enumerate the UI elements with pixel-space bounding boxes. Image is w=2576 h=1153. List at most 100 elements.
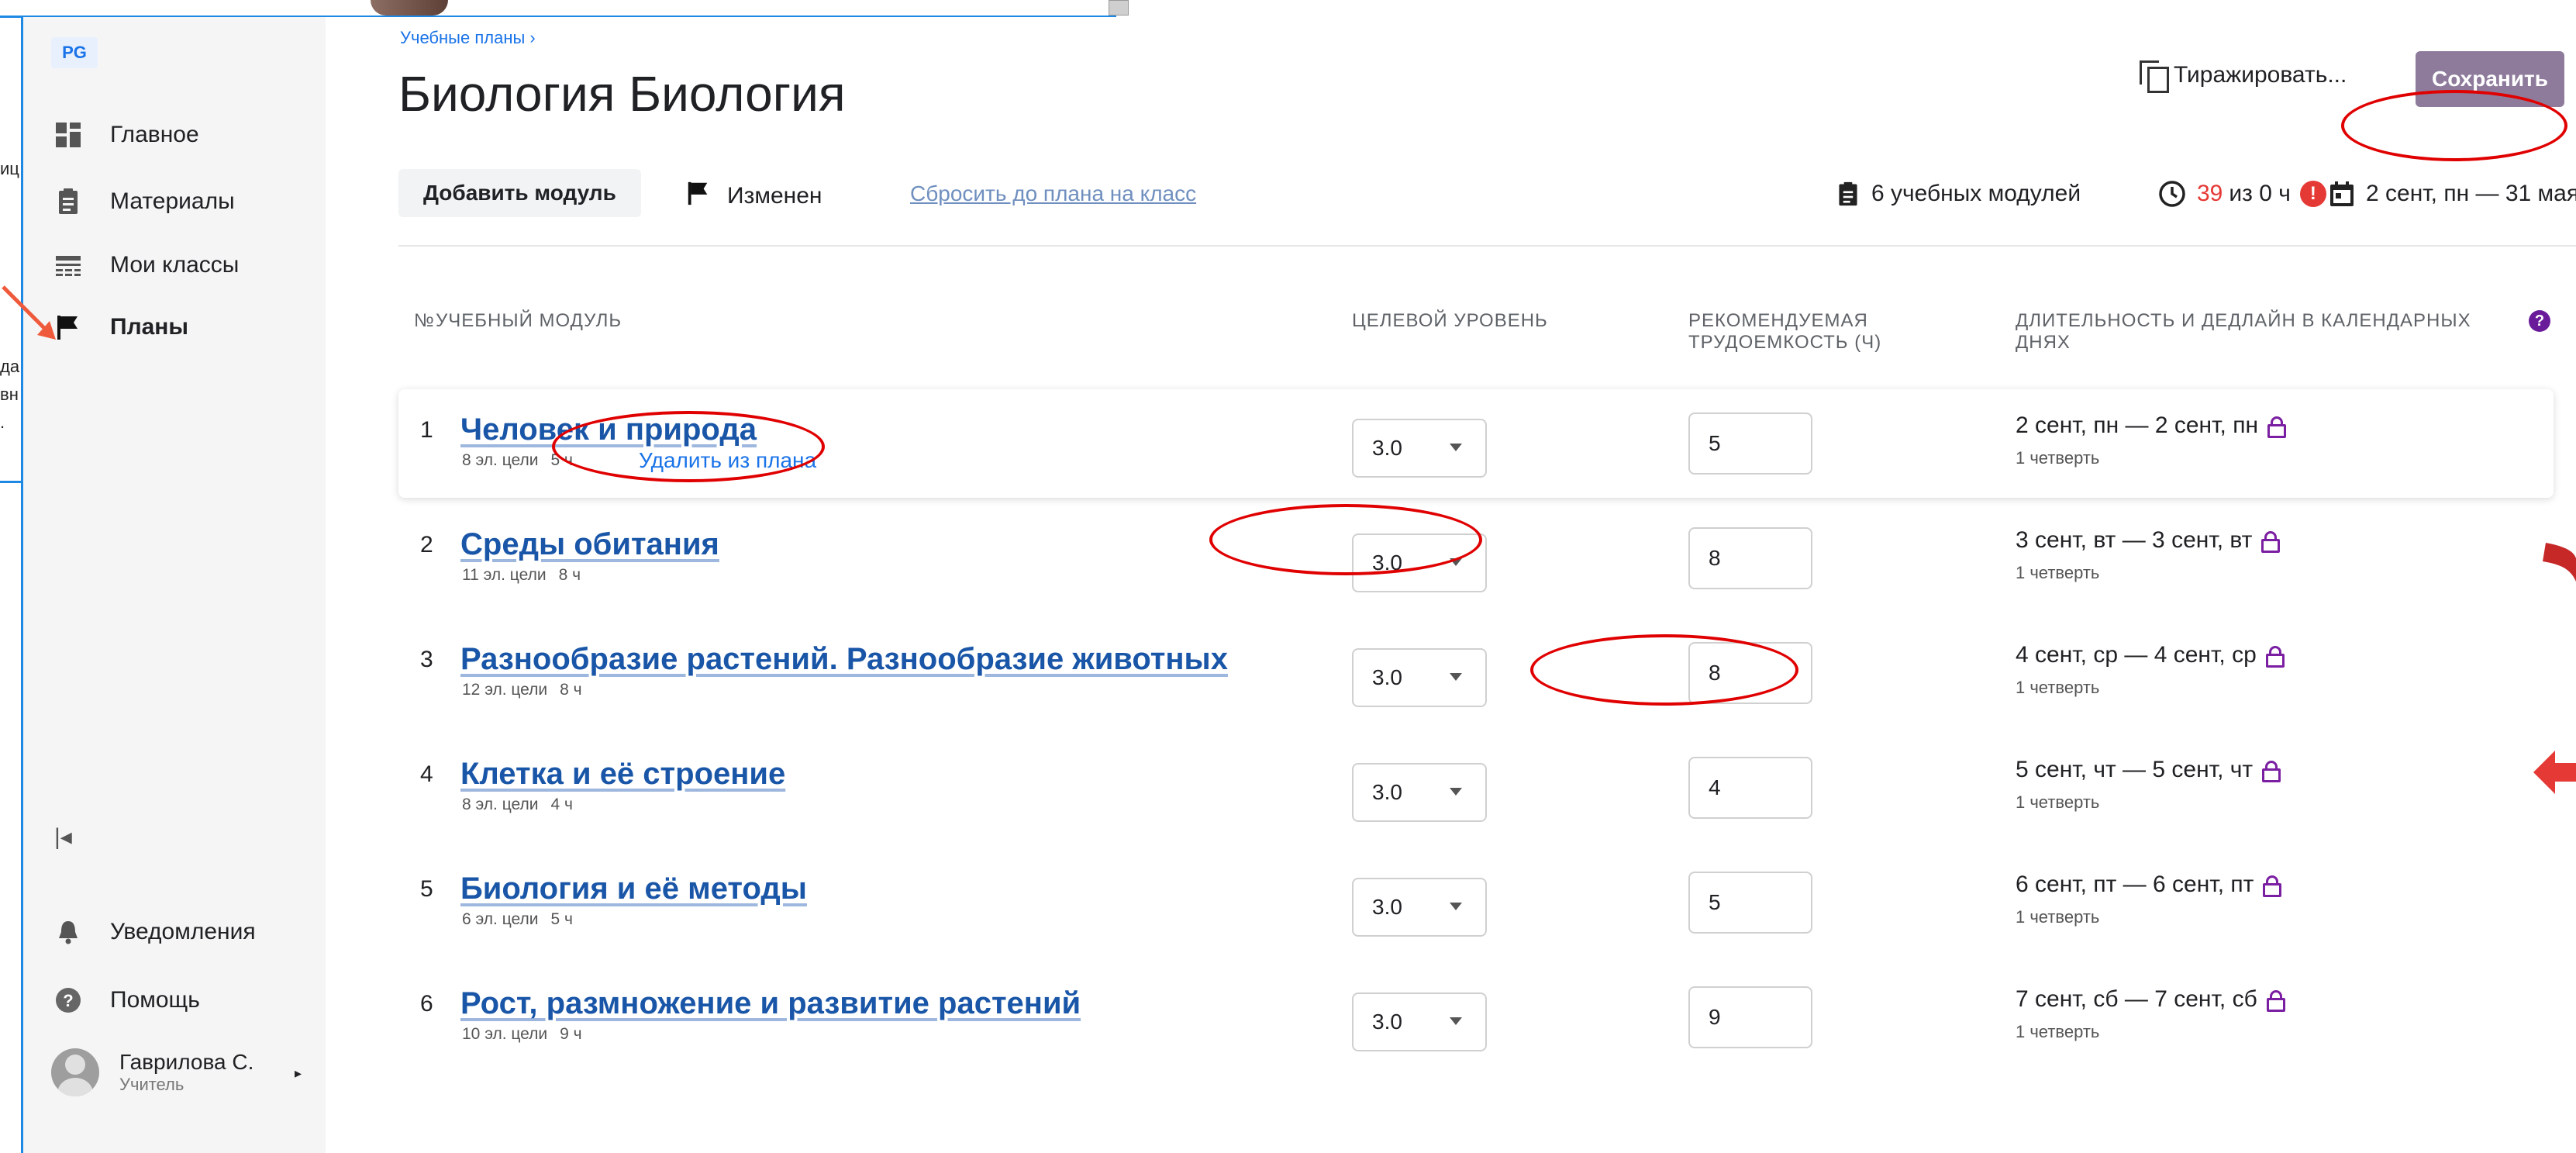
chevron-down-icon bbox=[1450, 558, 1462, 566]
flag-icon bbox=[54, 313, 82, 341]
chevron-down-icon bbox=[1450, 788, 1462, 796]
classes-icon bbox=[54, 251, 82, 279]
effort-input[interactable]: 9 bbox=[1688, 986, 1812, 1048]
date-range: 2 сент, пн — 31 мая, вс bbox=[2366, 181, 2576, 206]
copy-icon bbox=[2140, 60, 2169, 93]
target-level-select[interactable]: 3.0 bbox=[1352, 763, 1487, 822]
target-level-select[interactable]: 3.0 bbox=[1352, 533, 1487, 592]
sidebar-item-notifications[interactable]: Уведомления bbox=[54, 909, 256, 955]
calendar-icon bbox=[2329, 180, 2355, 208]
row-number: 5 bbox=[420, 876, 433, 902]
clipboard-icon bbox=[1836, 180, 1860, 208]
sidebar-item-plans[interactable]: Планы bbox=[54, 304, 188, 350]
help-icon[interactable]: ? bbox=[2529, 310, 2550, 332]
target-level-select[interactable]: 3.0 bbox=[1352, 992, 1487, 1051]
target-level-select[interactable]: 3.0 bbox=[1352, 648, 1487, 707]
lock-icon bbox=[2263, 875, 2282, 897]
row-number: 6 bbox=[420, 991, 433, 1017]
table-row[interactable]: 3 Разнообразие растений. Разнообразие жи… bbox=[398, 619, 2554, 727]
duration-dates: 2 сент, пн — 2 сент, пн bbox=[2016, 413, 2287, 439]
sidebar-item-main[interactable]: Главное bbox=[54, 112, 199, 158]
status-changed: Изменен bbox=[685, 180, 822, 212]
divider bbox=[398, 245, 2576, 247]
lock-icon bbox=[2265, 646, 2285, 668]
module-title-link[interactable]: Разнообразие растений. Разнообразие живо… bbox=[460, 642, 1228, 677]
column-header-effort: РЕКОМЕНДУЕМАЯ ТРУДОЕМКОСТЬ (Ч) bbox=[1688, 310, 1882, 353]
quarter-label: 1 четверть bbox=[2016, 448, 2100, 468]
app-window: PG Главное Материалы Мои классы Планы |◂… bbox=[23, 17, 2576, 1153]
module-title-link[interactable]: Среды обитания bbox=[460, 527, 719, 562]
module-title-link[interactable]: Рост, размножение и развитие растений bbox=[460, 986, 1081, 1021]
duplicate-button[interactable]: Тиражировать... bbox=[2140, 60, 2347, 93]
reset-to-class-plan-link[interactable]: Сбросить до плана на класс bbox=[910, 181, 1196, 206]
effort-input[interactable]: 8 bbox=[1688, 527, 1812, 589]
quarter-label: 1 четверть bbox=[2016, 1022, 2100, 1041]
column-header-module: УЧЕБНЫЙ МОДУЛЬ bbox=[436, 310, 622, 331]
hours-rest: из 0 ч bbox=[2229, 181, 2291, 206]
sidebar-item-label: Помощь bbox=[110, 987, 200, 1013]
effort-input[interactable]: 5 bbox=[1688, 413, 1812, 475]
page-title: Биология Биология bbox=[398, 66, 846, 122]
row-number: 3 bbox=[420, 647, 433, 672]
flag-icon bbox=[685, 180, 712, 212]
effort-input[interactable]: 4 bbox=[1688, 757, 1812, 819]
sidebar-item-label: Главное bbox=[110, 122, 199, 147]
collapse-sidebar-button[interactable]: |◂ bbox=[54, 823, 72, 851]
help-circle-icon: ? bbox=[54, 986, 82, 1014]
quarter-label: 1 четверть bbox=[2016, 907, 2100, 927]
duration-dates: 7 сент, сб — 7 сент, сб bbox=[2016, 986, 2285, 1013]
sidebar-item-help[interactable]: ? Помощь bbox=[54, 977, 200, 1024]
quarter-label: 1 четверть bbox=[2016, 563, 2100, 582]
duration-dates: 4 сент, ср — 4 сент, ср bbox=[2016, 642, 2285, 668]
hours-stat: 39 из 0 ч ! bbox=[2158, 180, 2326, 208]
breadcrumb[interactable]: Учебные планы › bbox=[400, 28, 536, 48]
caret-right-icon[interactable]: ▸ bbox=[295, 1065, 302, 1082]
status-label: Изменен bbox=[727, 183, 822, 209]
module-meta: 11 эл. цели 8 ч bbox=[462, 566, 581, 584]
background-text-fragment: иц bbox=[0, 159, 19, 178]
lock-icon bbox=[2266, 990, 2285, 1012]
table-row[interactable]: 5 Биология и её методы 6 эл. цели 5 ч 3.0… bbox=[398, 848, 2554, 957]
module-meta: 12 эл. цели 8 ч bbox=[462, 681, 582, 699]
alert-icon[interactable]: ! bbox=[2299, 181, 2326, 207]
effort-input[interactable]: 8 bbox=[1688, 642, 1812, 704]
row-number: 1 bbox=[420, 417, 433, 443]
sidebar: PG Главное Материалы Мои классы Планы |◂… bbox=[23, 17, 326, 1153]
chevron-down-icon bbox=[1450, 444, 1462, 451]
background-text-fragment: вн bbox=[0, 385, 19, 404]
table-row[interactable]: 6 Рост, размножение и развитие растений … bbox=[398, 963, 2554, 1072]
duration-dates: 3 сент, вт — 3 сент, вт bbox=[2016, 527, 2281, 554]
sidebar-item-classes[interactable]: Мои классы bbox=[54, 242, 239, 288]
user-name: Гаврилова С. bbox=[119, 1050, 254, 1074]
table-row[interactable]: 2 Среды обитания 11 эл. цели 8 ч 3.0 8 3 … bbox=[398, 504, 2554, 613]
effort-input[interactable]: 5 bbox=[1688, 872, 1812, 934]
duration-dates: 6 сент, пт — 6 сент, пт bbox=[2016, 872, 2282, 898]
module-title-link[interactable]: Клетка и её строение bbox=[460, 757, 785, 792]
chevron-down-icon bbox=[1450, 673, 1462, 681]
user-profile[interactable]: Гаврилова С. Учитель bbox=[51, 1048, 253, 1096]
quarter-label: 1 четверть bbox=[2016, 678, 2100, 697]
table-row[interactable]: 1 Человек и природа 8 эл. цели 5 ч Удалит… bbox=[398, 389, 2554, 498]
column-header-duration: ДЛИТЕЛЬНОСТЬ И ДЕДЛАЙН В КАЛЕНДАРНЫХ ДНЯ… bbox=[2016, 310, 2471, 353]
target-level-select[interactable]: 3.0 bbox=[1352, 419, 1487, 478]
chevron-down-icon bbox=[1450, 1017, 1462, 1025]
save-button[interactable]: Сохранить bbox=[2416, 51, 2564, 107]
module-title-link[interactable]: Биология и её методы bbox=[460, 872, 807, 906]
clipboard-icon bbox=[54, 188, 82, 216]
remove-from-plan-link[interactable]: Удалить из плана bbox=[639, 448, 816, 473]
module-meta: 10 эл. цели 9 ч bbox=[462, 1025, 582, 1043]
sidebar-item-label: Мои классы bbox=[110, 252, 240, 278]
target-level-select[interactable]: 3.0 bbox=[1352, 878, 1487, 937]
module-title-link[interactable]: Человек и природа bbox=[460, 413, 757, 447]
toolbar: Добавить модуль Изменен Сбросить до план… bbox=[398, 169, 2576, 219]
sidebar-item-materials[interactable]: Материалы bbox=[54, 178, 235, 225]
avatar bbox=[51, 1048, 99, 1096]
module-meta: 8 эл. цели 4 ч bbox=[462, 796, 573, 813]
dashboard-icon bbox=[54, 121, 82, 149]
duration-dates: 5 сент, чт — 5 сент, чт bbox=[2016, 757, 2281, 783]
table-row[interactable]: 4 Клетка и её строение 8 эл. цели 4 ч 3.0… bbox=[398, 734, 2554, 842]
app-logo-badge[interactable]: PG bbox=[51, 37, 98, 68]
modules-count: 6 учебных модулей bbox=[1871, 181, 2081, 206]
lock-icon bbox=[2267, 416, 2287, 438]
add-module-button[interactable]: Добавить модуль bbox=[398, 169, 641, 217]
